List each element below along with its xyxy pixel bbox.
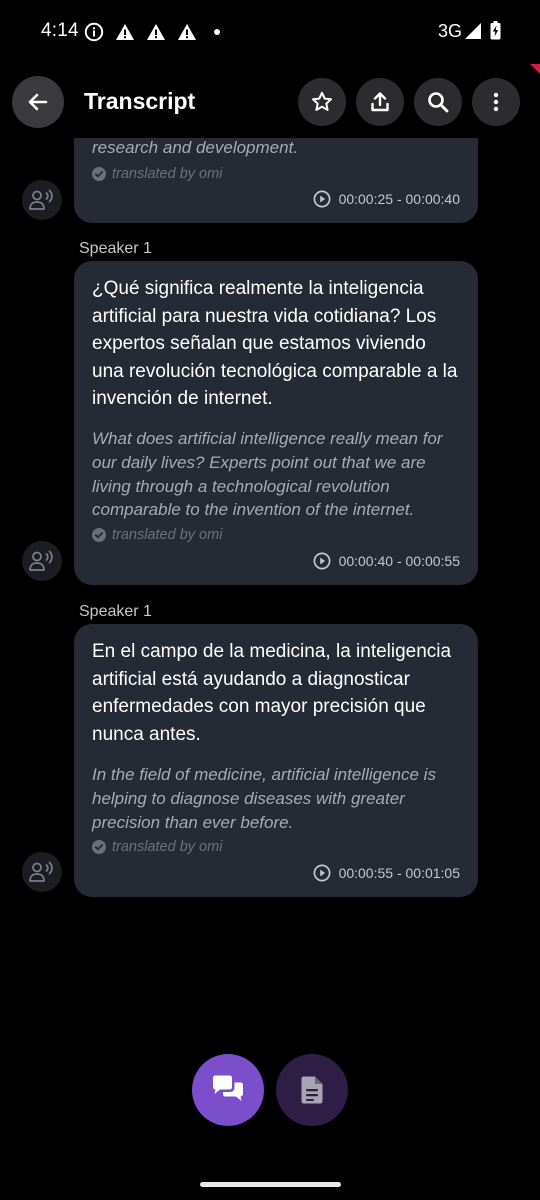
check-circle-icon (92, 840, 106, 854)
chat-button[interactable] (192, 1054, 264, 1126)
segment-timestamp[interactable]: 00:00:40 - 00:00:55 (313, 552, 460, 570)
translated-by-label: translated by omi (92, 527, 222, 543)
document-icon (301, 1076, 323, 1104)
translated-by-label: translated by omi (92, 839, 222, 855)
play-circle-icon (313, 190, 331, 208)
transcript-segment[interactable]: ¿Qué significa realmente la inteligencia… (74, 261, 478, 585)
speaker-voice-icon (29, 861, 53, 882)
translation-text: In the field of medicine, artificial int… (92, 765, 436, 832)
app-bar: Transcript (0, 76, 540, 128)
warning-icon (116, 24, 134, 40)
more-vert-icon (493, 92, 499, 112)
transcript-segment[interactable]: research and development. translated by … (74, 138, 478, 223)
segment-timestamp[interactable]: 00:00:25 - 00:00:40 (313, 190, 460, 208)
battery-charging-icon (490, 21, 501, 40)
system-icons (464, 21, 501, 40)
transcript-list[interactable]: research and development. translated by … (0, 138, 540, 1058)
more-options-button[interactable] (472, 78, 520, 126)
play-circle-icon (313, 864, 331, 882)
speaker-avatar (22, 852, 62, 892)
share-button[interactable] (356, 78, 404, 126)
page-title: Transcript (84, 88, 196, 114)
speaker-voice-icon (29, 550, 53, 571)
status-bar: 4:14 3G (0, 0, 540, 64)
back-button[interactable] (12, 76, 64, 128)
speaker-avatar (22, 180, 62, 220)
summary-button[interactable] (276, 1054, 348, 1126)
favorite-button[interactable] (298, 78, 346, 126)
transcript-segment[interactable]: En el campo de la medicina, la inteligen… (74, 624, 478, 897)
check-circle-icon (92, 528, 106, 542)
speaker-label: Speaker 1 (79, 240, 152, 257)
back-arrow-icon (28, 93, 48, 111)
info-icon (84, 22, 104, 42)
original-text: En el campo de la medicina, la inteligen… (92, 641, 452, 745)
transcript-screen: 4:14 3G Transcript research and developm… (0, 0, 540, 1200)
warning-icon (178, 24, 196, 40)
speaker-label: Speaker 1 (79, 603, 152, 620)
segment-timestamp[interactable]: 00:00:55 - 00:01:05 (313, 864, 460, 882)
notification-icons (84, 22, 220, 42)
share-icon (371, 92, 389, 112)
signal-icon (465, 22, 481, 39)
home-indicator[interactable] (200, 1182, 341, 1187)
translation-text: research and development. (92, 138, 299, 157)
translated-by-label: translated by omi (92, 166, 222, 182)
translation-text: What does artificial intelligence really… (92, 429, 443, 520)
original-text: ¿Qué significa realmente la inteligencia… (92, 278, 458, 409)
more-notifications-dot-icon (214, 29, 220, 35)
network-type: 3G (438, 21, 463, 41)
check-circle-icon (92, 167, 106, 181)
star-icon (312, 91, 332, 111)
chat-bubbles-icon (213, 1075, 243, 1101)
status-time: 4:14 (41, 20, 79, 41)
corner-indicator (530, 64, 540, 74)
search-icon (428, 92, 449, 113)
speaker-voice-icon (29, 189, 53, 210)
speaker-avatar (22, 541, 62, 581)
search-button[interactable] (414, 78, 462, 126)
play-circle-icon (313, 552, 331, 570)
warning-icon (147, 24, 165, 40)
